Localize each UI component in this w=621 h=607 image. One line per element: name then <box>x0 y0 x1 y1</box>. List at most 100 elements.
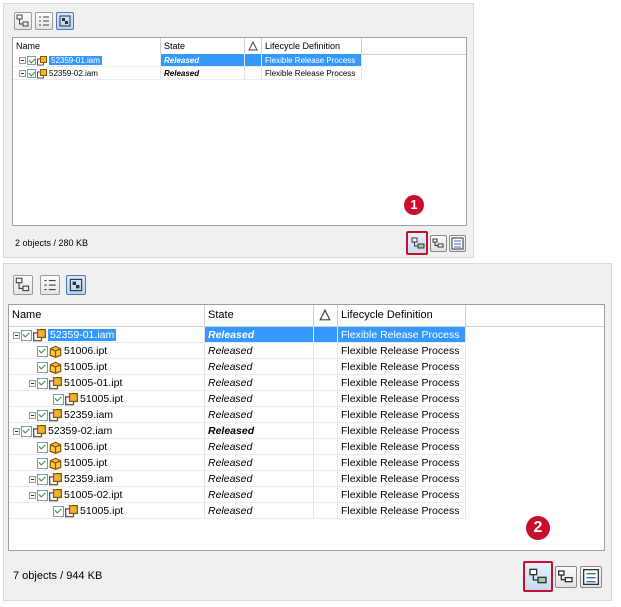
top-panel: Name State Lifecycle Definition 52359-01… <box>3 3 474 258</box>
assembly-icon <box>37 55 47 66</box>
column-header-sort[interactable] <box>314 305 338 326</box>
table-row[interactable]: 52359.iam Released Flexible Release Proces… <box>9 471 466 487</box>
details-icon <box>451 237 464 250</box>
sort-triangle-icon <box>319 308 331 321</box>
assembly-icon <box>37 68 47 79</box>
hierarchy-alt-icon <box>432 238 444 248</box>
collapse-icon[interactable] <box>29 475 36 483</box>
bottom-file-grid[interactable]: Name State Lifecycle Definition 52359-01… <box>8 304 605 551</box>
state-cell: Released <box>205 359 314 375</box>
structure-view-button[interactable] <box>56 12 74 30</box>
state-cell: Released <box>205 423 314 439</box>
file-name: 51005.ipt <box>64 361 108 373</box>
view-mode-button-1[interactable] <box>523 561 553 592</box>
view-mode-button-3[interactable] <box>449 235 466 252</box>
collapse-icon[interactable] <box>19 70 26 78</box>
table-row[interactable]: 51005.ipt Released Flexible Release Proces… <box>9 391 466 407</box>
lifecycle-cell: Flexible Release Process <box>338 423 466 439</box>
table-row[interactable]: 51005-01.ipt Released Flexible Release Pro… <box>9 375 466 391</box>
collapse-icon[interactable] <box>13 427 20 435</box>
view-mode-button-2[interactable] <box>555 566 577 588</box>
checkbox-icon[interactable] <box>37 345 48 357</box>
collapse-icon[interactable] <box>19 57 26 65</box>
top-file-grid[interactable]: Name State Lifecycle Definition 52359-01… <box>12 37 467 226</box>
lifecycle-cell: Flexible Release Process <box>338 471 466 487</box>
part-icon <box>49 441 62 454</box>
checkbox-icon[interactable] <box>27 56 36 66</box>
lifecycle-cell: Flexible Release Process <box>338 375 466 391</box>
table-row[interactable]: 51005.ipt Released Flexible Release Proces… <box>9 455 466 471</box>
assembly-icon <box>65 504 78 518</box>
assembly-icon <box>49 472 62 486</box>
checkbox-icon[interactable] <box>37 441 48 453</box>
column-header-lifecycle[interactable]: Lifecycle Definition <box>262 38 362 54</box>
column-header-lifecycle[interactable]: Lifecycle Definition <box>338 305 466 326</box>
table-row[interactable]: 51006.ipt Released Flexible Release Proces… <box>9 439 466 455</box>
hierarchy-icon <box>529 568 547 584</box>
checkbox-icon[interactable] <box>37 473 48 485</box>
checkbox-icon[interactable] <box>37 457 48 469</box>
checkbox-icon[interactable] <box>37 409 48 421</box>
column-header-state[interactable]: State <box>161 38 245 54</box>
view-mode-button-2[interactable] <box>430 235 447 252</box>
structure-view-button[interactable] <box>66 275 86 295</box>
column-header-sort[interactable] <box>245 38 262 54</box>
lifecycle-cell: Flexible Release Process <box>338 407 466 423</box>
hierarchy-alt-icon <box>558 570 573 583</box>
view-mode-button-3[interactable] <box>580 566 602 588</box>
checkbox-icon[interactable] <box>53 393 64 405</box>
table-row[interactable]: 52359-01.iam Released Flexible Release Pro… <box>9 327 466 343</box>
collapse-icon[interactable] <box>13 331 20 339</box>
column-header-state[interactable]: State <box>205 305 314 326</box>
collapse-icon[interactable] <box>29 411 36 419</box>
table-row[interactable]: 52359-01.iam Released Flexible Release P… <box>13 54 362 67</box>
column-header-name[interactable]: Name <box>13 38 161 54</box>
state-cell: Released <box>205 503 314 519</box>
table-row[interactable]: 51005.ipt Released Flexible Release Proces… <box>9 359 466 375</box>
state-cell: Released <box>161 54 245 67</box>
list-view-button[interactable] <box>40 275 60 295</box>
structure-view-icon <box>59 15 71 27</box>
state-cell: Released <box>205 439 314 455</box>
file-name: 51005.ipt <box>80 393 124 405</box>
step-badge: 2 <box>526 516 550 540</box>
view-mode-button-1[interactable] <box>406 231 428 255</box>
grid-header: Name State Lifecycle Definition <box>13 38 466 55</box>
state-cell: Released <box>205 471 314 487</box>
part-icon <box>49 345 62 358</box>
table-row[interactable]: 52359-02.iam Released Flexible Release Pro… <box>9 423 466 439</box>
table-row[interactable]: 52359-02.iam Released Flexible Release P… <box>13 67 362 80</box>
state-cell: Released <box>205 455 314 471</box>
checkbox-icon[interactable] <box>37 377 48 389</box>
checkbox-icon[interactable] <box>21 329 32 341</box>
file-name: 52359-02.iam <box>49 69 98 78</box>
table-row[interactable]: 51005-02.ipt Released Flexible Release Pro… <box>9 487 466 503</box>
lifecycle-cell: Flexible Release Process <box>262 67 362 80</box>
file-name: 52359.iam <box>64 409 114 421</box>
part-icon <box>49 361 62 374</box>
state-cell: Released <box>205 487 314 503</box>
checkbox-icon[interactable] <box>27 69 36 79</box>
file-name: 52359.iam <box>64 473 114 485</box>
file-name: 51005.ipt <box>64 457 108 469</box>
checkbox-icon[interactable] <box>37 361 48 373</box>
table-row[interactable]: 52359.iam Released Flexible Release Proces… <box>9 407 466 423</box>
collapse-icon[interactable] <box>29 379 36 387</box>
column-header-name[interactable]: Name <box>9 305 205 326</box>
table-row[interactable]: 51006.ipt Released Flexible Release Proces… <box>9 343 466 359</box>
collapse-icon[interactable] <box>29 491 36 499</box>
table-row[interactable]: 51005.ipt Released Flexible Release Proces… <box>9 503 466 519</box>
lifecycle-cell: Flexible Release Process <box>338 343 466 359</box>
list-view-button[interactable] <box>35 12 53 30</box>
file-name: 52359-01.iam <box>49 56 102 65</box>
checkbox-icon[interactable] <box>37 489 48 501</box>
checkbox-icon[interactable] <box>53 505 64 517</box>
list-view-icon <box>39 16 49 26</box>
lifecycle-cell: Flexible Release Process <box>262 54 362 67</box>
assembly-icon <box>49 488 62 502</box>
tree-view-button[interactable] <box>13 275 33 295</box>
tree-view-icon <box>15 277 30 292</box>
tree-view-button[interactable] <box>14 12 32 30</box>
checkbox-icon[interactable] <box>21 425 32 437</box>
file-name: 52359-02.iam <box>48 425 113 437</box>
